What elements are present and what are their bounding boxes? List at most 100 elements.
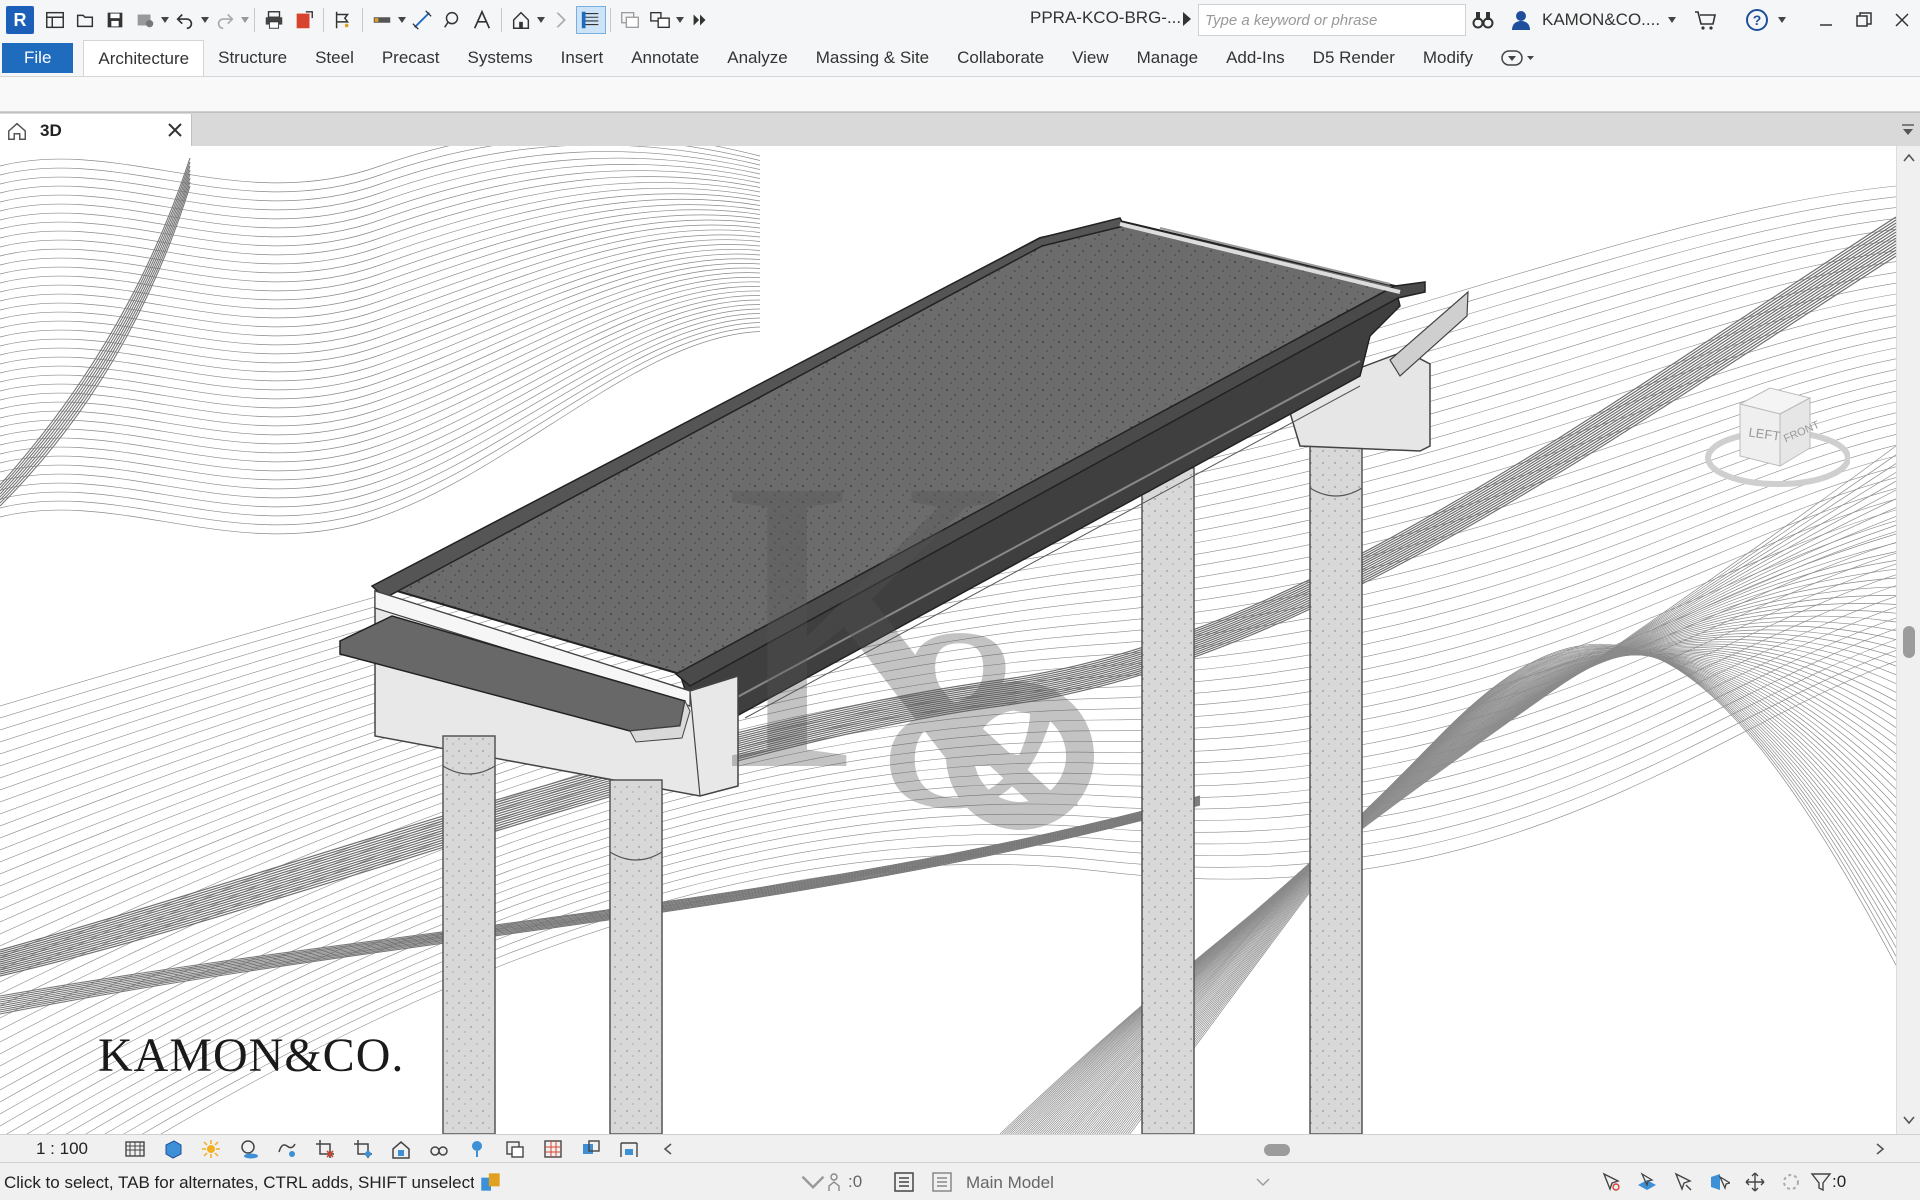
- drag-elements-icon[interactable]: [1740, 1169, 1770, 1195]
- open-icon[interactable]: [70, 6, 100, 34]
- help-dropdown-icon[interactable]: [1774, 6, 1790, 34]
- ribbon-tab-d5-render[interactable]: D5 Render: [1299, 40, 1409, 76]
- tag-by-category-icon[interactable]: [437, 6, 467, 34]
- text-icon[interactable]: [467, 6, 497, 34]
- temporary-view-properties-icon[interactable]: [500, 1136, 530, 1162]
- ribbon-tab-precast[interactable]: Precast: [368, 40, 454, 76]
- lock-3d-view-icon[interactable]: [386, 1136, 416, 1162]
- title-arrow-icon[interactable]: [1182, 12, 1192, 26]
- design-options-icon[interactable]: [930, 1169, 954, 1195]
- undo-dropdown-icon[interactable]: [200, 6, 210, 34]
- ribbon-tab-structure[interactable]: Structure: [204, 40, 301, 76]
- export-icon[interactable]: [289, 6, 319, 34]
- worksets-icon[interactable]: [892, 1169, 916, 1195]
- vertical-scrollbar[interactable]: [1896, 146, 1920, 1134]
- ribbon-tab-systems[interactable]: Systems: [453, 40, 546, 76]
- section-tag-icon[interactable]: [328, 6, 358, 34]
- view-tabs-menu-icon[interactable]: [1900, 121, 1916, 137]
- ribbon-tab-steel[interactable]: Steel: [301, 40, 368, 76]
- redo-dropdown-icon[interactable]: [240, 6, 250, 34]
- select-by-face-icon[interactable]: [1704, 1169, 1734, 1195]
- horizontal-scrollbar[interactable]: [660, 1135, 1900, 1163]
- help-icon[interactable]: ?: [1742, 6, 1772, 34]
- sun-path-icon[interactable]: [196, 1136, 226, 1162]
- highlight-displacement-icon[interactable]: [576, 1136, 606, 1162]
- ribbon-tab-collaborate[interactable]: Collaborate: [943, 40, 1058, 76]
- ribbon-tab-view[interactable]: View: [1058, 40, 1123, 76]
- measure-icon[interactable]: [367, 6, 397, 34]
- workset-icon[interactable]: [478, 1169, 504, 1195]
- background-process-icon[interactable]: [1776, 1169, 1806, 1195]
- visual-style-icon[interactable]: [158, 1136, 188, 1162]
- scroll-up-icon[interactable]: [1901, 150, 1917, 166]
- ribbon-tab-massing-site[interactable]: Massing & Site: [802, 40, 943, 76]
- cart-icon[interactable]: [1690, 6, 1720, 34]
- revit-logo[interactable]: R: [6, 6, 34, 34]
- view-tab-3d[interactable]: 3D: [0, 114, 192, 147]
- switch-windows-icon[interactable]: [645, 6, 675, 34]
- active-model-dropdown[interactable]: Main Model: [966, 1171, 1276, 1195]
- editable-only-indicator[interactable]: :0: [826, 1169, 862, 1195]
- sync-icon[interactable]: [130, 6, 160, 34]
- ribbon-display-options-icon[interactable]: [1487, 40, 1535, 76]
- save-icon[interactable]: [100, 6, 130, 34]
- ribbon-tab-insert[interactable]: Insert: [547, 40, 618, 76]
- shadows-icon[interactable]: [234, 1136, 264, 1162]
- switch-windows-dropdown-icon[interactable]: [675, 6, 685, 34]
- customize-qat-icon[interactable]: [685, 6, 715, 34]
- minimize-icon[interactable]: [1808, 4, 1844, 36]
- home-view-icon[interactable]: [4, 118, 30, 144]
- binoculars-icon[interactable]: [1468, 6, 1498, 34]
- temporary-hide-icon[interactable]: [424, 1136, 454, 1162]
- viewcube-icon[interactable]: LEFT FRONT: [1700, 366, 1850, 506]
- horizontal-scroll-thumb[interactable]: [1264, 1144, 1290, 1156]
- measure-dropdown-icon[interactable]: [397, 6, 407, 34]
- ribbon-tab-modify[interactable]: Modify: [1409, 40, 1487, 76]
- vertical-scroll-thumb[interactable]: [1903, 626, 1915, 658]
- scroll-right-icon[interactable]: [1872, 1141, 1888, 1157]
- select-pinned-icon[interactable]: [1668, 1169, 1698, 1195]
- filter-indicator[interactable]: :0: [1810, 1169, 1846, 1195]
- select-underlay-icon[interactable]: [1632, 1169, 1662, 1195]
- detail-level-icon[interactable]: [120, 1136, 150, 1162]
- model-dropdown-icon[interactable]: [1256, 1177, 1270, 1187]
- user-name[interactable]: KAMON&CO....: [1542, 10, 1660, 30]
- close-hidden-windows-icon[interactable]: [615, 6, 645, 34]
- user-icon[interactable]: [1506, 6, 1536, 34]
- default-3d-view-icon[interactable]: [506, 6, 536, 34]
- workset-dropdown-icon[interactable]: [798, 1175, 828, 1189]
- view-scale[interactable]: 1 : 100: [0, 1139, 120, 1159]
- search-input[interactable]: [1199, 5, 1465, 35]
- ribbon-tab-file[interactable]: File: [2, 43, 74, 73]
- ribbon-tab-manage[interactable]: Manage: [1123, 40, 1212, 76]
- aligned-dimension-icon[interactable]: [407, 6, 437, 34]
- sync-dropdown-icon[interactable]: [160, 6, 170, 34]
- ribbon-tab-analyze[interactable]: Analyze: [713, 40, 801, 76]
- crop-view-icon[interactable]: [310, 1136, 340, 1162]
- ribbon-tab-add-ins[interactable]: Add-Ins: [1212, 40, 1299, 76]
- close-view-icon[interactable]: [165, 120, 185, 140]
- close-icon[interactable]: [1884, 4, 1920, 36]
- show-crop-region-icon[interactable]: [348, 1136, 378, 1162]
- 3d-view-dropdown-icon[interactable]: [536, 6, 546, 34]
- search-field[interactable]: [1198, 4, 1466, 36]
- restore-icon[interactable]: [1846, 4, 1882, 36]
- analytical-model-icon[interactable]: [538, 1136, 568, 1162]
- redo-icon[interactable]: [210, 6, 240, 34]
- reveal-constraints-icon[interactable]: [614, 1136, 644, 1162]
- render-icon[interactable]: [272, 1136, 302, 1162]
- section-icon[interactable]: [546, 6, 576, 34]
- scroll-left-icon[interactable]: [660, 1141, 676, 1157]
- ribbon-tab-architecture[interactable]: Architecture: [83, 40, 205, 76]
- undo-icon[interactable]: [170, 6, 200, 34]
- user-dropdown-icon[interactable]: [1664, 6, 1680, 34]
- thin-lines-icon[interactable]: [576, 6, 606, 34]
- print-icon[interactable]: [259, 6, 289, 34]
- home-icon[interactable]: [40, 6, 70, 34]
- ribbon-tab-annotate[interactable]: Annotate: [617, 40, 713, 76]
- select-links-icon[interactable]: [1596, 1169, 1626, 1195]
- 3d-viewport[interactable]: K & LEFT FRONT KAMON&CO.: [0, 146, 1896, 1134]
- bridge-model-scene[interactable]: K &: [0, 146, 1896, 1134]
- scroll-down-icon[interactable]: [1901, 1112, 1917, 1128]
- reveal-hidden-icon[interactable]: [462, 1136, 492, 1162]
